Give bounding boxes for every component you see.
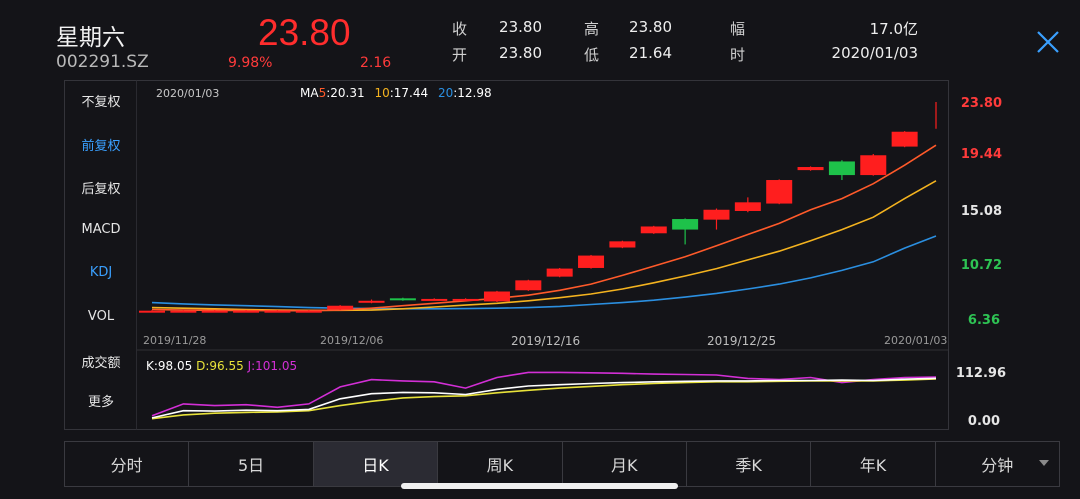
candle-body bbox=[640, 226, 667, 234]
candle-body bbox=[201, 310, 228, 313]
candle-body bbox=[452, 298, 479, 301]
tab-minute-label: 分钟 bbox=[981, 456, 1014, 475]
candle-body bbox=[578, 255, 605, 268]
candle-body bbox=[170, 310, 197, 313]
candle-body bbox=[139, 310, 165, 313]
candle-body bbox=[609, 241, 636, 248]
dropdown-caret-icon bbox=[1039, 460, 1049, 466]
candle-body bbox=[703, 209, 730, 220]
candle-body bbox=[891, 131, 918, 147]
candle-body bbox=[295, 310, 322, 313]
tab-daily-k[interactable]: 日K bbox=[313, 442, 439, 486]
candle-body bbox=[421, 298, 448, 301]
candle-body bbox=[233, 310, 260, 313]
tab-quarterly-k[interactable]: 季K bbox=[687, 442, 812, 486]
tab-5day[interactable]: 5日 bbox=[189, 442, 314, 486]
candle-body bbox=[766, 180, 793, 204]
candle-body bbox=[389, 298, 416, 301]
kdj-j-line bbox=[151, 371, 937, 417]
tab-intraday[interactable]: 分时 bbox=[65, 442, 190, 486]
ma10-line bbox=[151, 180, 937, 312]
candle-body bbox=[327, 305, 354, 310]
candle-body bbox=[483, 291, 510, 302]
home-indicator bbox=[401, 483, 678, 489]
tab-weekly-k[interactable]: 周K bbox=[438, 442, 563, 486]
candle-body bbox=[797, 167, 824, 171]
candle-body bbox=[734, 202, 761, 211]
tab-yearly-k[interactable]: 年K bbox=[811, 442, 936, 486]
candle-body bbox=[828, 161, 855, 176]
candle-body bbox=[672, 219, 699, 230]
candle-body bbox=[264, 310, 291, 313]
tab-minute[interactable]: 分钟 bbox=[936, 442, 1059, 486]
candle-body bbox=[515, 280, 542, 291]
period-tabs: 分时 5日 日K 周K 月K 季K 年K 分钟 bbox=[64, 441, 1060, 487]
candle-body bbox=[358, 300, 385, 303]
ma20-line bbox=[151, 235, 937, 310]
kline-chart[interactable] bbox=[0, 0, 1080, 499]
candle-body bbox=[860, 155, 887, 176]
tab-monthly-k[interactable]: 月K bbox=[563, 442, 687, 486]
candle-body bbox=[546, 268, 573, 277]
